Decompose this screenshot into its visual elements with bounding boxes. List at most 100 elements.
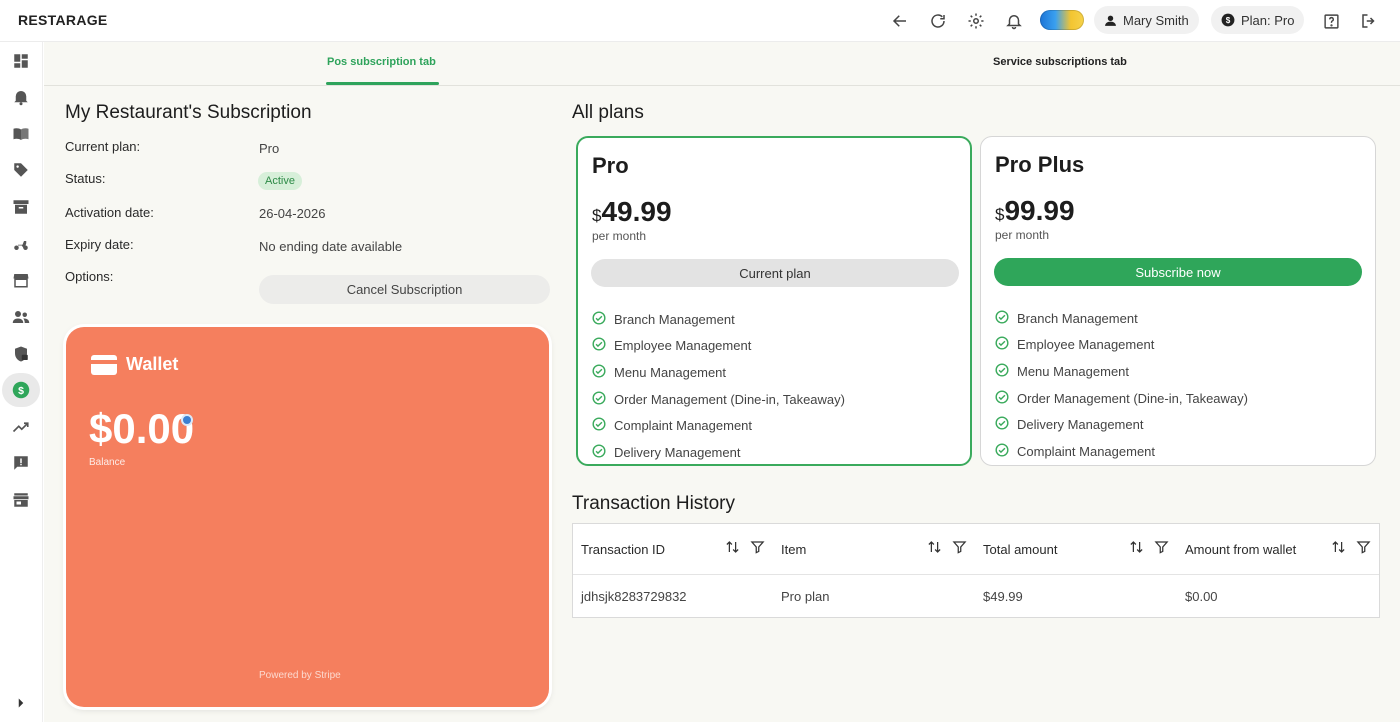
- subscribe-now-button[interactable]: Subscribe now: [994, 258, 1362, 286]
- feature-item: Complaint Management: [592, 412, 845, 439]
- refresh-icon[interactable]: [926, 9, 950, 33]
- transaction-table: Transaction ID Item Total amount Amount …: [572, 523, 1380, 618]
- svg-text:$: $: [18, 385, 24, 397]
- options-label: Options:: [65, 269, 114, 284]
- current-plan-button[interactable]: Current plan: [591, 259, 959, 287]
- check-circle-icon: [995, 310, 1009, 327]
- transaction-history-title: Transaction History: [572, 493, 735, 514]
- people-icon[interactable]: [2, 300, 40, 334]
- top-bar: RESTARAGE Mary Smith $ Plan: Pro: [0, 0, 1400, 42]
- store-icon[interactable]: [2, 263, 40, 297]
- plan-card-pro-plus: Pro Plus $99.99 per month Subscribe now …: [980, 136, 1376, 466]
- check-circle-icon: [592, 444, 606, 461]
- sort-icon[interactable]: [725, 539, 740, 560]
- table-cell-wallet-amount: $0.00: [1185, 589, 1218, 604]
- sort-icon[interactable]: [1331, 539, 1346, 560]
- feature-item: Employee Management: [995, 332, 1248, 359]
- feedback-icon[interactable]: [2, 446, 40, 480]
- delivery-scooter-icon[interactable]: [2, 227, 40, 261]
- security-lock-icon[interactable]: [2, 337, 40, 371]
- feature-item: Delivery Management: [995, 411, 1248, 438]
- subscription-title: My Restaurant's Subscription: [65, 102, 312, 123]
- column-controls: [1129, 539, 1169, 560]
- all-plans-title: All plans: [572, 102, 644, 123]
- menu-book-icon[interactable]: [2, 117, 40, 151]
- feature-item: Delivery Management: [592, 439, 845, 464]
- logout-icon[interactable]: [1357, 9, 1381, 33]
- expiry-date-label: Expiry date:: [65, 237, 134, 252]
- sort-icon[interactable]: [927, 539, 942, 560]
- user-name: Mary Smith: [1123, 12, 1189, 28]
- status-label: Status:: [65, 171, 106, 186]
- settings-gear-icon[interactable]: [964, 9, 988, 33]
- filter-icon[interactable]: [750, 539, 765, 560]
- feature-list: Branch Management Employee Management Me…: [592, 306, 845, 464]
- plan-period: per month: [995, 228, 1050, 242]
- filter-icon[interactable]: [1356, 539, 1371, 560]
- check-circle-icon: [592, 391, 606, 408]
- svg-text:$: $: [1226, 16, 1231, 25]
- subscription-dollar-icon[interactable]: $: [2, 373, 40, 407]
- shop-icon[interactable]: [2, 483, 40, 517]
- table-divider: [573, 574, 1379, 575]
- status-badge: Active: [258, 172, 302, 190]
- expiry-date-value: No ending date available: [259, 239, 403, 254]
- expand-chevron-icon[interactable]: [2, 686, 40, 720]
- active-tab-indicator: [326, 82, 439, 85]
- table-cell-total-amount: $49.99: [983, 589, 1023, 604]
- plan-price: $99.99: [995, 195, 1075, 226]
- mouse-cursor: [181, 414, 193, 426]
- alarm-bell-icon[interactable]: [2, 80, 40, 114]
- current-plan-label: Current plan:: [65, 139, 141, 154]
- check-circle-icon: [592, 417, 606, 434]
- sort-icon[interactable]: [1129, 539, 1144, 560]
- tab-bar: Pos subscription tab Service subscriptio…: [44, 42, 1400, 86]
- user-chip[interactable]: Mary Smith: [1094, 6, 1199, 34]
- table-cell-transaction-id: jdhsjk8283729832: [581, 589, 687, 604]
- cancel-subscription-button[interactable]: Cancel Subscription: [259, 275, 550, 304]
- tags-icon[interactable]: [2, 153, 40, 187]
- filter-icon[interactable]: [1154, 539, 1169, 560]
- wallet-header: Wallet: [91, 354, 178, 375]
- feature-item: Order Management (Dine-in, Takeaway): [592, 386, 845, 413]
- plan-card-pro: Pro $49.99 per month Current plan Branch…: [576, 136, 972, 466]
- powered-by-stripe: Powered by Stripe: [259, 670, 341, 681]
- plan-name: Pro Plus: [995, 152, 1085, 177]
- feature-item: Complaint Management: [995, 438, 1248, 465]
- feature-item: Menu Management: [995, 358, 1248, 385]
- app-logo: RESTARAGE: [18, 12, 108, 28]
- check-circle-icon: [592, 311, 606, 328]
- check-circle-icon: [995, 390, 1009, 407]
- column-controls: [1331, 539, 1371, 560]
- table-cell-item: Pro plan: [781, 589, 830, 604]
- dollar-icon: $: [1221, 13, 1235, 27]
- dashboard-icon[interactable]: [2, 44, 40, 78]
- plan-name: Pro: [592, 153, 629, 178]
- tab-pos-subscription[interactable]: Pos subscription tab: [327, 56, 436, 68]
- column-controls: [725, 539, 765, 560]
- help-icon[interactable]: [1319, 9, 1343, 33]
- analytics-trend-icon[interactable]: [2, 410, 40, 444]
- back-arrow-icon[interactable]: [888, 9, 912, 33]
- tab-service-subscriptions[interactable]: Service subscriptions tab: [993, 56, 1127, 68]
- activation-date-value: 26-04-2026: [259, 206, 326, 221]
- column-header-total-amount: Total amount: [983, 541, 1058, 557]
- check-circle-icon: [592, 364, 606, 381]
- theme-toggle[interactable]: [1040, 10, 1084, 30]
- plan-label: Plan: Pro: [1241, 12, 1295, 28]
- filter-icon[interactable]: [952, 539, 967, 560]
- wallet-title: Wallet: [126, 354, 179, 374]
- archive-icon[interactable]: [2, 190, 40, 224]
- column-header-item: Item: [781, 541, 807, 557]
- current-plan-value: Pro: [259, 141, 280, 156]
- activation-date-label: Activation date:: [65, 205, 154, 220]
- notification-bell-icon[interactable]: [1002, 9, 1026, 33]
- sidebar: $: [0, 42, 43, 722]
- plan-chip[interactable]: $ Plan: Pro: [1211, 6, 1305, 34]
- user-icon: [1105, 15, 1116, 26]
- column-controls: [927, 539, 967, 560]
- wallet-balance-amount: $0.00: [89, 405, 195, 452]
- feature-item: Branch Management: [995, 305, 1248, 332]
- feature-item: Menu Management: [592, 359, 845, 386]
- feature-list: Branch Management Employee Management Me…: [995, 305, 1248, 465]
